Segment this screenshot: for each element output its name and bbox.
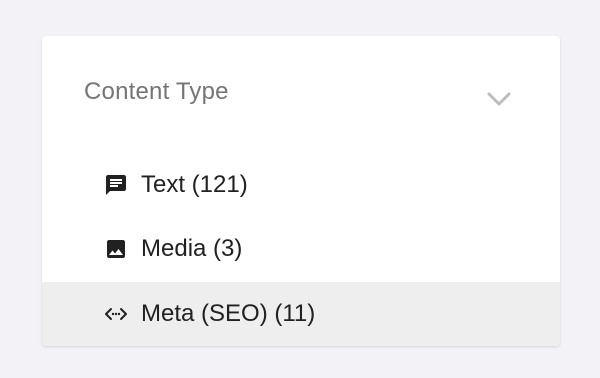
content-type-header[interactable]: Content Type [42, 36, 560, 150]
code-icon [105, 308, 127, 320]
content-type-item-media[interactable]: Media (3) [42, 217, 560, 281]
content-type-item-label: Media (3) [141, 235, 243, 262]
content-type-item-label: Text (121) [141, 171, 248, 198]
chevron-down-icon[interactable] [486, 91, 512, 107]
content-type-item-meta[interactable]: Meta (SEO) (11) [42, 282, 560, 346]
content-type-item-label: Meta (SEO) (11) [141, 300, 316, 327]
content-type-title: Content Type [84, 78, 229, 105]
image-icon [107, 240, 125, 258]
content-type-filter-panel: Content Type Text (121) Media (3) Meta (… [42, 36, 560, 346]
content-type-item-text[interactable]: Text (121) [42, 153, 560, 217]
message-icon [106, 175, 126, 195]
